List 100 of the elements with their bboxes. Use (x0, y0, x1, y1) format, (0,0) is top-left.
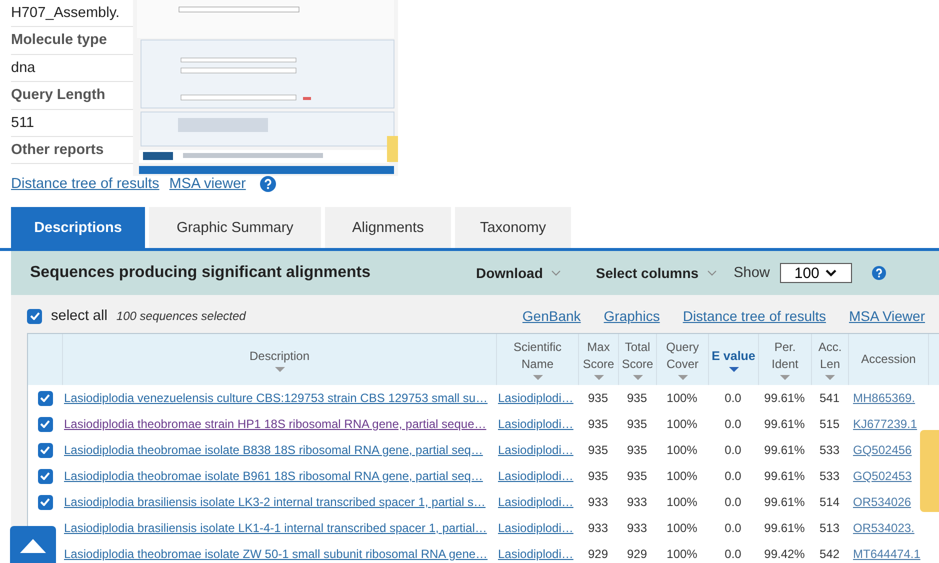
accession-link[interactable]: MT644474.1 (853, 547, 920, 561)
row-checkbox[interactable] (38, 416, 52, 432)
accession-link[interactable]: KJ677239.1 (853, 417, 918, 431)
table-cell: 0.0 (724, 417, 742, 431)
description-link[interactable]: Lasiodiplodia theobromae isolate ZW 50-1 small subunit ribosomal RNA gene… (64, 547, 488, 561)
table-cell: 541 (819, 391, 840, 405)
table-cell: 100% (666, 469, 698, 483)
table-cell: 0.0 (724, 495, 742, 509)
table-cell: 935 (626, 391, 648, 405)
sort-arrow-icon (274, 366, 284, 372)
description-link[interactable]: Lasiodiplodia theobromae strain HP1 18S ribosomal RNA gene, partial seque… (64, 417, 486, 431)
report-link[interactable]: Distance tree of results (11, 176, 160, 192)
table-cell: 533 (819, 443, 840, 457)
export-link[interactable]: MSA Viewer (849, 308, 925, 324)
select-columns-menu[interactable]: Select columns (596, 265, 717, 281)
table-cell: 0.0 (724, 391, 742, 405)
accession-link[interactable]: GQ502456 (853, 443, 912, 457)
table-cell: 929 (626, 547, 648, 561)
column-header[interactable]: Query Cover (657, 334, 709, 385)
table-cell: 99.42% (764, 547, 805, 561)
row-checkbox[interactable] (38, 390, 52, 406)
table-cell: 542 (819, 547, 840, 561)
column-header[interactable]: E value (709, 334, 759, 385)
sort-arrow-icon (780, 375, 790, 380)
arrow-up-icon (20, 539, 46, 553)
scientific-name-link[interactable]: Lasiodiplodi… (498, 469, 574, 483)
description-link[interactable]: Lasiodiplodia brasiliensis isolate LK3-2 internal transcribed spacer 1, partial s… (64, 495, 486, 509)
scientific-name-link[interactable]: Lasiodiplodi… (498, 547, 574, 561)
column-header[interactable]: Per. Ident (759, 334, 812, 385)
column-header[interactable]: Total Score (619, 334, 657, 385)
help-icon[interactable] (872, 266, 886, 280)
accession-link[interactable]: OR534023. (853, 521, 914, 535)
table-cell: 515 (819, 417, 840, 431)
chevron-down-icon (825, 269, 838, 277)
column-header[interactable]: Scientific Name (497, 334, 579, 385)
selected-count: 100 sequences selected (116, 309, 246, 323)
table-cell: 933 (588, 521, 608, 535)
table-cell: 935 (588, 391, 608, 405)
description-link[interactable]: Lasiodiplodia theobromae isolate B838 18S ribosomal RNA gene, partial seq… (64, 443, 483, 457)
report-link[interactable]: MSA viewer (169, 176, 246, 192)
tab[interactable]: Descriptions (11, 207, 145, 248)
table-cell: 99.61% (764, 521, 805, 535)
table-cell: 514 (819, 495, 840, 509)
accession-link[interactable]: MH865369. (853, 391, 916, 405)
table-cell: 933 (626, 495, 648, 509)
scientific-name-link[interactable]: Lasiodiplodi… (498, 391, 574, 405)
table-cell: 99.61% (764, 417, 805, 431)
show-label: Show (734, 265, 770, 281)
table-cell: 100% (666, 521, 698, 535)
accession-link[interactable]: OR534026 (853, 495, 912, 509)
table-cell: 99.61% (764, 469, 805, 483)
show-count-select[interactable]: 100 (780, 263, 852, 283)
scientific-name-link[interactable]: Lasiodiplodi… (498, 495, 574, 509)
scientific-name-link[interactable]: Lasiodiplodi… (498, 521, 574, 535)
tab[interactable]: Alignments (325, 207, 451, 248)
table-cell: 100% (666, 417, 698, 431)
row-checkbox[interactable] (38, 468, 52, 484)
sort-arrow-icon (728, 366, 738, 372)
table-cell: 99.61% (764, 495, 805, 509)
section-title: Sequences producing significant alignments (30, 264, 372, 282)
chevron-down-icon (550, 270, 561, 276)
column-header[interactable]: Max Score (579, 334, 619, 385)
table-cell: 0.0 (724, 521, 742, 535)
scroll-to-top-button[interactable] (10, 526, 56, 563)
table-cell: 100% (666, 443, 698, 457)
tab[interactable]: Taxonomy (455, 207, 571, 248)
table-cell: 100% (666, 547, 698, 561)
table-cell: 99.61% (764, 443, 805, 457)
row-checkbox[interactable] (38, 494, 52, 510)
scientific-name-link[interactable]: Lasiodiplodi… (498, 417, 574, 431)
export-link[interactable]: Graphics (604, 308, 660, 324)
sort-arrow-icon (532, 375, 542, 380)
table-cell: 100% (666, 495, 698, 509)
scientific-name-link[interactable]: Lasiodiplodi… (498, 443, 574, 457)
table-cell: 935 (626, 417, 648, 431)
column-header[interactable]: Acc. Len (812, 334, 849, 385)
accession-link[interactable]: GQ502453 (853, 469, 912, 483)
table-cell: 929 (588, 547, 608, 561)
description-link[interactable]: Lasiodiplodia theobromae isolate B961 18S ribosomal RNA gene, partial seq… (64, 469, 483, 483)
help-icon[interactable] (260, 176, 276, 192)
table-cell: 935 (626, 469, 648, 483)
select-all-label: select all (51, 308, 108, 324)
tab[interactable]: Graphic Summary (149, 207, 321, 248)
chevron-down-icon (706, 270, 717, 276)
table-cell: 935 (588, 443, 608, 457)
column-header[interactable]: Description (63, 334, 497, 385)
export-link[interactable]: GenBank (522, 308, 581, 324)
table-cell: 0.0 (724, 547, 742, 561)
table-cell: 935 (588, 417, 608, 431)
download-menu[interactable]: Download (476, 265, 561, 281)
description-link[interactable]: Lasiodiplodia brasiliensis isolate LK1-4-1 internal transcribed spacer 1, partial… (64, 521, 487, 535)
row-checkbox[interactable] (38, 442, 52, 458)
select-all-checkbox[interactable] (27, 308, 42, 324)
table-cell: 533 (819, 469, 840, 483)
description-link[interactable]: Lasiodiplodia venezuelensis culture CBS:129753 strain CBS 129753 small su… (64, 391, 488, 405)
export-link[interactable]: Distance tree of results (682, 308, 826, 324)
table-cell: 513 (819, 521, 840, 535)
table-cell: 0.0 (724, 469, 742, 483)
column-header[interactable]: Accession (849, 334, 929, 385)
table-cell: 933 (588, 495, 608, 509)
